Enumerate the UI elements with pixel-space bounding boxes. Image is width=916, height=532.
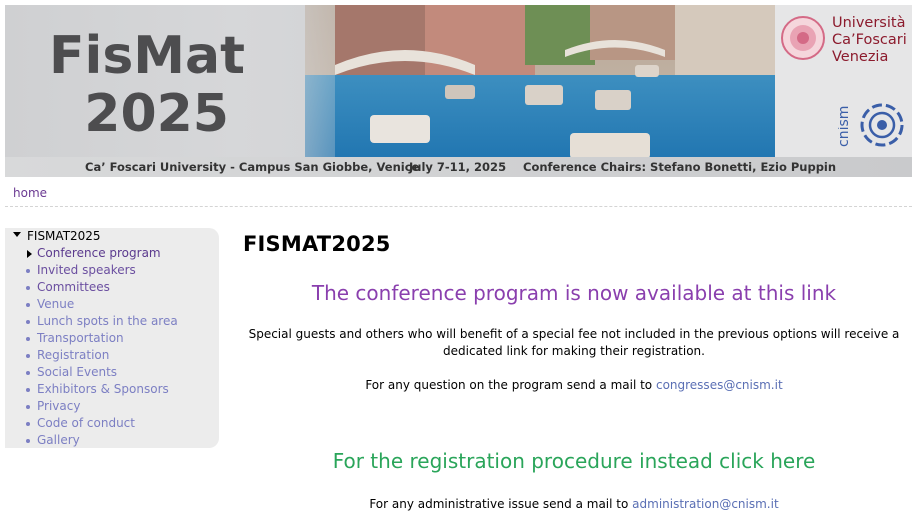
bullet-icon bbox=[26, 354, 30, 358]
university-name: Università Ca’Foscari Venezia bbox=[832, 15, 907, 66]
bullet-icon bbox=[26, 286, 30, 290]
sidebar-root-item[interactable]: FISMAT2025 bbox=[13, 229, 101, 244]
administration-email-link[interactable]: administration@cnism.it bbox=[632, 497, 779, 511]
triangle-down-icon[interactable] bbox=[13, 232, 21, 237]
sidebar-item-code-of-conduct[interactable]: Code of conduct bbox=[25, 415, 178, 432]
university-line2: Ca’Foscari bbox=[832, 32, 907, 48]
sidebar-item-label: Conference program bbox=[37, 246, 161, 260]
page-title: FISMAT2025 bbox=[243, 232, 391, 256]
banner-title-line2: 2025 bbox=[84, 84, 229, 144]
sidebar-item-exhibitors-sponsors[interactable]: Exhibitors & Sponsors bbox=[25, 381, 178, 398]
bullet-icon bbox=[26, 337, 30, 341]
bullet-icon bbox=[26, 388, 30, 392]
sidebar-item-label: Invited speakers bbox=[37, 263, 136, 277]
sidebar-item-gallery[interactable]: Gallery bbox=[25, 432, 178, 449]
cnism-logo-text: cnism bbox=[838, 106, 852, 147]
bullet-icon bbox=[26, 439, 30, 443]
sidebar-item-label: Committees bbox=[37, 280, 110, 294]
admin-paragraph: For any administrative issue send a mail… bbox=[243, 496, 905, 513]
sidebar-item-label: Gallery bbox=[37, 433, 80, 447]
sidebar-item-social-events[interactable]: Social Events bbox=[25, 364, 178, 381]
sidebar-menu: Conference program Invited speakers Comm… bbox=[25, 245, 178, 449]
sidebar-item-label: Venue bbox=[37, 297, 75, 311]
bullet-icon bbox=[26, 422, 30, 426]
bullet-icon bbox=[26, 303, 30, 307]
sidebar-item-conference-program[interactable]: Conference program bbox=[25, 245, 178, 262]
breadcrumb-divider bbox=[5, 206, 912, 207]
triangle-right-icon[interactable] bbox=[27, 250, 32, 258]
program-question-paragraph: For any question on the program send a m… bbox=[243, 377, 905, 394]
sidebar-item-label: Code of conduct bbox=[37, 416, 135, 430]
registration-procedure-link[interactable]: For the registration procedure instead c… bbox=[243, 449, 905, 473]
sidebar-item-privacy[interactable]: Privacy bbox=[25, 398, 178, 415]
sidebar-root-label: FISMAT2025 bbox=[27, 229, 101, 243]
university-line3: Venezia bbox=[832, 49, 889, 65]
sidebar-item-transportation[interactable]: Transportation bbox=[25, 330, 178, 347]
banner-dates: July 7-11, 2025 bbox=[409, 160, 507, 174]
university-line1: Università bbox=[832, 15, 906, 31]
bullet-icon bbox=[26, 371, 30, 375]
sidebar-item-label: Lunch spots in the area bbox=[37, 314, 178, 328]
bullet-icon bbox=[26, 405, 30, 409]
program-question-text: For any question on the program send a m… bbox=[365, 378, 656, 392]
header-banner: FisMat 2025 Università Ca’Foscari Venezi… bbox=[5, 5, 912, 177]
sidebar-item-label: Privacy bbox=[37, 399, 81, 413]
sidebar-item-registration[interactable]: Registration bbox=[25, 347, 178, 364]
sidebar-item-committees[interactable]: Committees bbox=[25, 279, 178, 296]
special-fee-paragraph: Special guests and others who will benef… bbox=[248, 327, 900, 358]
banner-venue: Ca’ Foscari University - Campus San Giob… bbox=[85, 160, 420, 174]
sidebar-item-invited-speakers[interactable]: Invited speakers bbox=[25, 262, 178, 279]
sidebar-item-label: Exhibitors & Sponsors bbox=[37, 382, 169, 396]
sidebar-item-lunch-spots[interactable]: Lunch spots in the area bbox=[25, 313, 178, 330]
bullet-icon bbox=[26, 320, 30, 324]
sidebar-item-label: Registration bbox=[37, 348, 110, 362]
cnism-logo: cnism bbox=[836, 97, 906, 153]
conference-program-link[interactable]: The conference program is now available … bbox=[243, 281, 905, 305]
sidebar-item-label: Social Events bbox=[37, 365, 118, 379]
admin-question-text: For any administrative issue send a mail… bbox=[369, 497, 633, 511]
banner-info-strip: Ca’ Foscari University - Campus San Giob… bbox=[5, 157, 912, 177]
sidebar-item-venue[interactable]: Venue bbox=[25, 296, 178, 313]
sidebar-item-label: Transportation bbox=[37, 331, 124, 345]
bullet-icon bbox=[26, 269, 30, 273]
conference-logo-text: FisMat 2025 bbox=[27, 27, 267, 143]
breadcrumb-home-link[interactable]: home bbox=[13, 186, 47, 200]
banner-title-line1: FisMat bbox=[49, 26, 245, 86]
banner-chairs: Conference Chairs: Stefano Bonetti, Ezio… bbox=[523, 160, 837, 174]
congresses-email-link[interactable]: congresses@cnism.it bbox=[656, 378, 783, 392]
sidebar-nav: FISMAT2025 Conference program Invited sp… bbox=[5, 228, 219, 448]
